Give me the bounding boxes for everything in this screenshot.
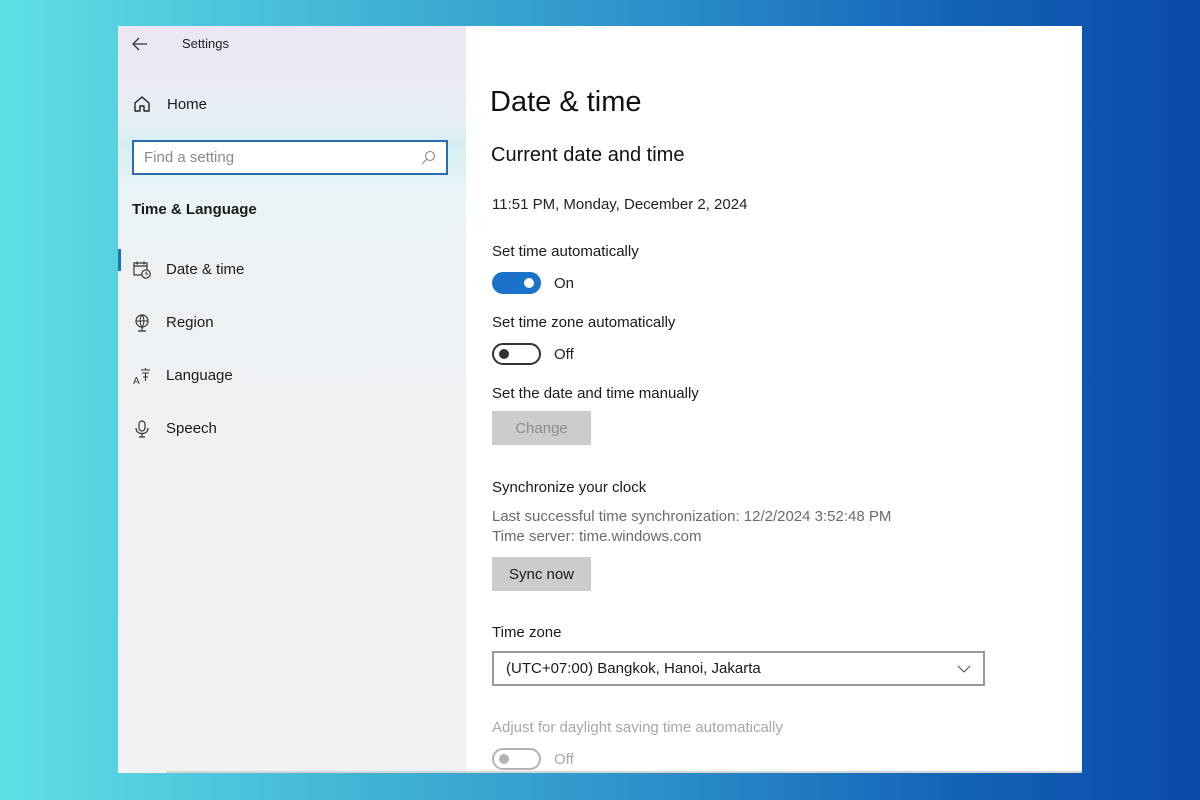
set-timezone-auto-label: Set time zone automatically: [492, 314, 676, 331]
sidebar-item-label: Date & time: [166, 261, 245, 278]
section-title: Time & Language: [132, 201, 257, 218]
home-label: Home: [167, 95, 208, 113]
search-icon[interactable]: [420, 150, 436, 166]
time-server-text: Time server: time.windows.com: [492, 528, 702, 545]
globe-icon: [132, 313, 152, 333]
window-bottom-edge: [166, 771, 1082, 773]
timezone-selected: (UTC+07:00) Bangkok, Hanoi, Jakarta: [506, 660, 761, 677]
toggle-state: Off: [554, 750, 574, 768]
daylight-toggle[interactable]: Off: [492, 748, 574, 770]
sidebar-item-language[interactable]: A Language: [118, 349, 466, 402]
toggle-switch[interactable]: [492, 272, 541, 294]
svg-text:A: A: [133, 376, 140, 386]
search-input[interactable]: [144, 149, 420, 166]
chevron-down-icon: [957, 662, 971, 676]
toggle-knob: [499, 754, 509, 764]
arrow-left-icon: [132, 37, 147, 51]
section-heading: Current date and time: [491, 144, 685, 166]
title-bar: Settings: [118, 26, 466, 62]
microphone-icon: [132, 419, 152, 439]
change-button[interactable]: Change: [492, 411, 591, 445]
sidebar-item-label: Speech: [166, 420, 217, 437]
timezone-dropdown[interactable]: (UTC+07:00) Bangkok, Hanoi, Jakarta: [492, 651, 985, 686]
timezone-label: Time zone: [492, 624, 562, 641]
toggle-switch[interactable]: [492, 748, 541, 770]
sidebar-item-label: Language: [166, 367, 233, 384]
last-sync-text: Last successful time synchronization: 12…: [492, 508, 892, 525]
calendar-clock-icon: [132, 260, 152, 280]
sidebar-item-speech[interactable]: Speech: [118, 402, 466, 455]
language-icon: A: [132, 366, 152, 387]
app-title: Settings: [182, 36, 229, 51]
set-timezone-auto-toggle[interactable]: Off: [492, 343, 574, 365]
sync-now-button[interactable]: Sync now: [492, 557, 591, 591]
current-datetime: 11:51 PM, Monday, December 2, 2024: [492, 196, 748, 213]
toggle-knob: [524, 278, 534, 288]
sidebar-item-date-time[interactable]: Date & time: [118, 243, 466, 296]
daylight-label: Adjust for daylight saving time automati…: [492, 719, 783, 736]
main-content: Date & time Current date and time 11:51 …: [466, 26, 1082, 773]
toggle-state: Off: [554, 345, 574, 363]
sidebar-item-label: Region: [166, 314, 214, 331]
sync-title: Synchronize your clock: [492, 479, 647, 496]
set-manual-label: Set the date and time manually: [492, 385, 699, 402]
sidebar-item-region[interactable]: Region: [118, 296, 466, 349]
sidebar-nav: Date & time Region A Language Speech: [118, 249, 466, 455]
search-box[interactable]: [132, 140, 448, 175]
settings-window: Settings Home Time & Language Date & tim…: [118, 26, 1082, 773]
home-icon: [132, 94, 152, 114]
back-button[interactable]: [130, 34, 150, 54]
page-title: Date & time: [490, 86, 642, 118]
home-link[interactable]: Home: [132, 94, 207, 114]
sidebar: Settings Home Time & Language Date & tim…: [118, 26, 466, 773]
toggle-knob: [499, 349, 509, 359]
toggle-state: On: [554, 274, 575, 292]
toggle-switch[interactable]: [492, 343, 541, 365]
set-time-auto-label: Set time automatically: [492, 243, 639, 260]
set-time-auto-toggle[interactable]: On: [492, 272, 574, 294]
